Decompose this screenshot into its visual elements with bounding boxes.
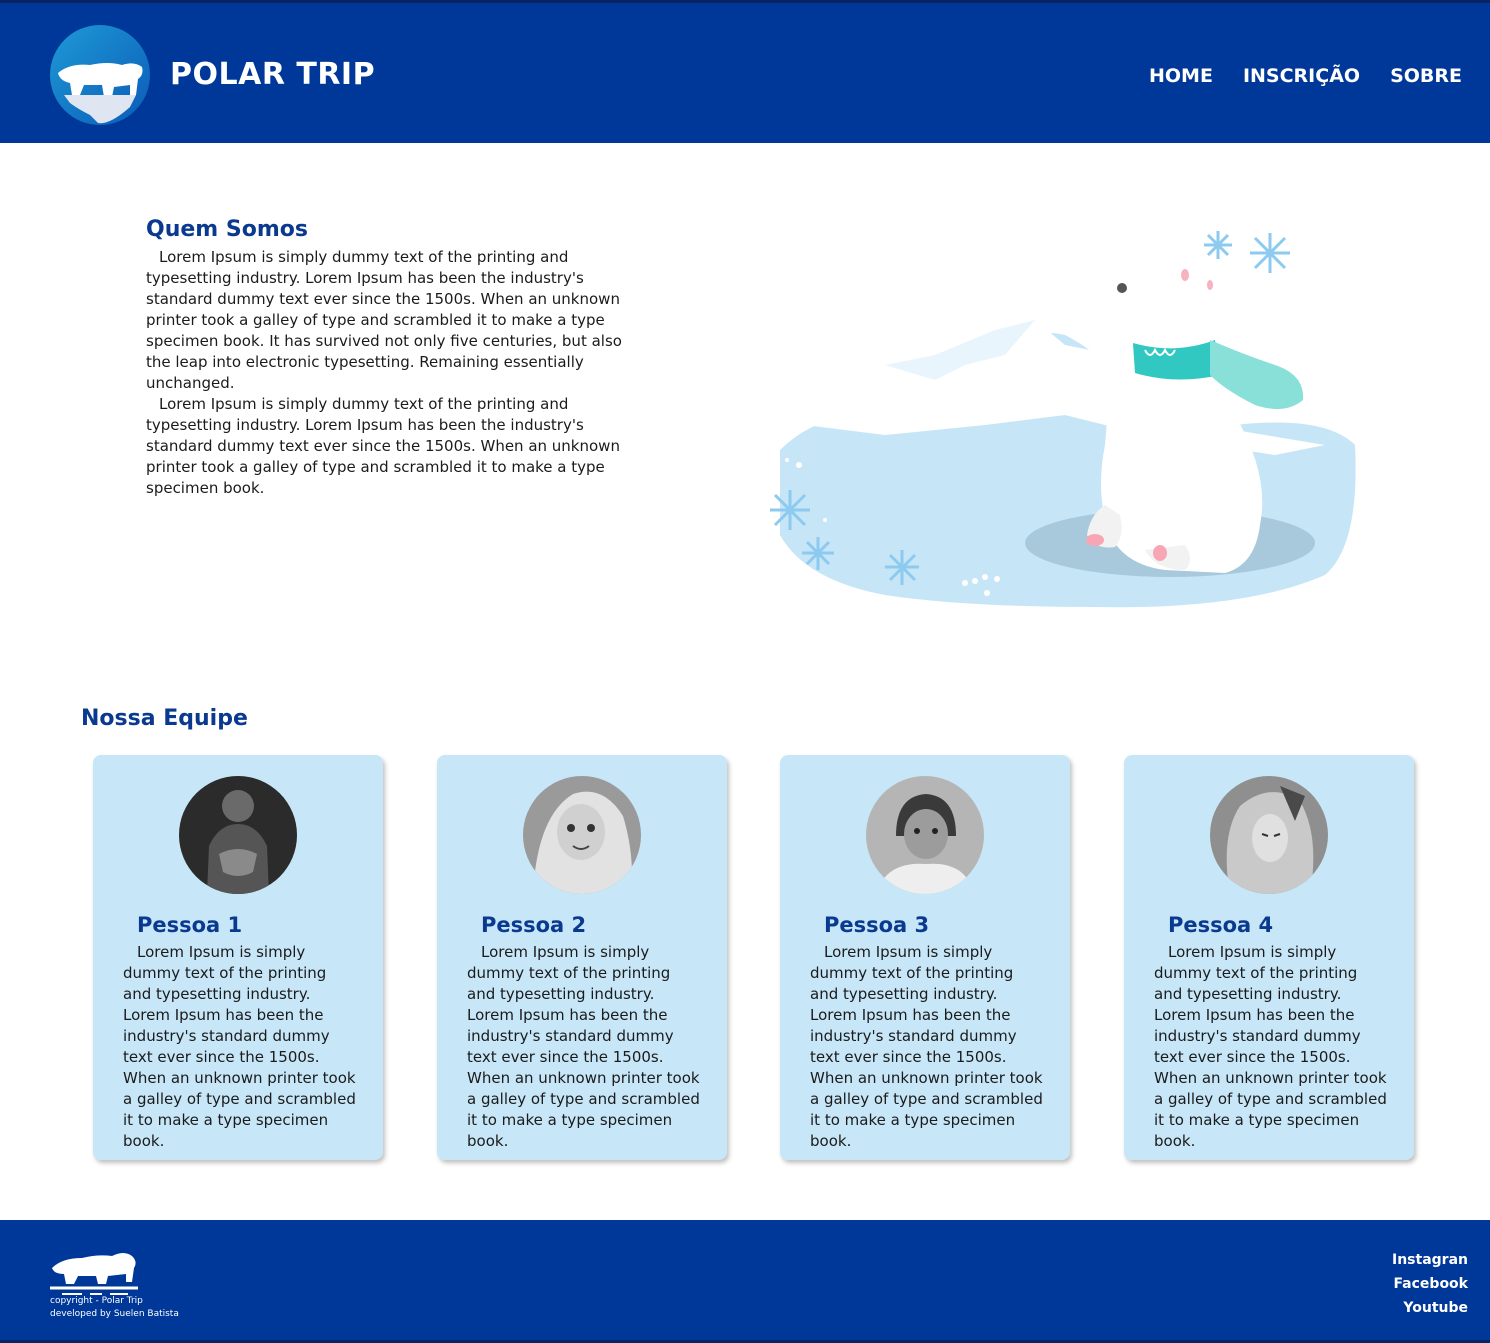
about-title: Quem Somos (146, 217, 308, 242)
brand-title[interactable]: POLAR TRIP (170, 57, 375, 92)
social-links: Instagran Facebook Youtube (1392, 1248, 1468, 1320)
team-member-name: Pessoa 3 (824, 913, 930, 937)
developer-text: developed by Suelen Batista (50, 1309, 179, 1319)
nav-home[interactable]: HOME (1149, 65, 1213, 87)
main-nav: HOME INSCRIÇÃO SOBRE (1149, 65, 1462, 87)
team-member-text: Lorem Ipsum is simply dummy text of the … (467, 943, 700, 1150)
instagram-link[interactable]: Instagran (1392, 1248, 1468, 1272)
team-member-name: Pessoa 1 (137, 913, 243, 937)
polar-bear-scarf-illustration (770, 231, 1356, 608)
facebook-link[interactable]: Facebook (1392, 1272, 1468, 1296)
copyright-text: copyright - Polar Trip (50, 1296, 143, 1306)
avatar (866, 776, 984, 894)
about-paragraph-1: Lorem Ipsum is simply dummy text of the … (146, 248, 622, 392)
polar-bear-silhouette-icon (50, 1253, 138, 1295)
about-paragraph-2: Lorem Ipsum is simply dummy text of the … (146, 395, 620, 497)
site-footer: copyright - Polar Trip developed by Suel… (0, 1220, 1490, 1343)
team-member-text: Lorem Ipsum is simply dummy text of the … (1154, 943, 1387, 1150)
team-card-3: Pessoa 3 Lorem Ipsum is simply dummy tex… (780, 755, 1070, 1160)
polar-bear-logo-icon[interactable] (50, 25, 150, 125)
avatar (179, 776, 297, 894)
youtube-link[interactable]: Youtube (1392, 1296, 1468, 1320)
nav-sobre[interactable]: SOBRE (1390, 65, 1462, 87)
nav-inscricao[interactable]: INSCRIÇÃO (1243, 65, 1360, 87)
team-card-4: Pessoa 4 Lorem Ipsum is simply dummy tex… (1124, 755, 1414, 1160)
avatar (523, 776, 641, 894)
team-card-1: Pessoa 1 Lorem Ipsum is simply dummy tex… (93, 755, 383, 1160)
team-title: Nossa Equipe (81, 706, 248, 731)
site-header: POLAR TRIP HOME INSCRIÇÃO SOBRE (0, 0, 1490, 143)
team-member-name: Pessoa 2 (481, 913, 587, 937)
footer-copyright: copyright - Polar Trip developed by Suel… (50, 1295, 179, 1321)
avatar (1210, 776, 1328, 894)
team-member-text: Lorem Ipsum is simply dummy text of the … (810, 943, 1043, 1150)
about-text: Lorem Ipsum is simply dummy text of the … (146, 247, 636, 499)
team-member-text: Lorem Ipsum is simply dummy text of the … (123, 943, 356, 1150)
team-member-name: Pessoa 4 (1168, 913, 1274, 937)
team-card-2: Pessoa 2 Lorem Ipsum is simply dummy tex… (437, 755, 727, 1160)
